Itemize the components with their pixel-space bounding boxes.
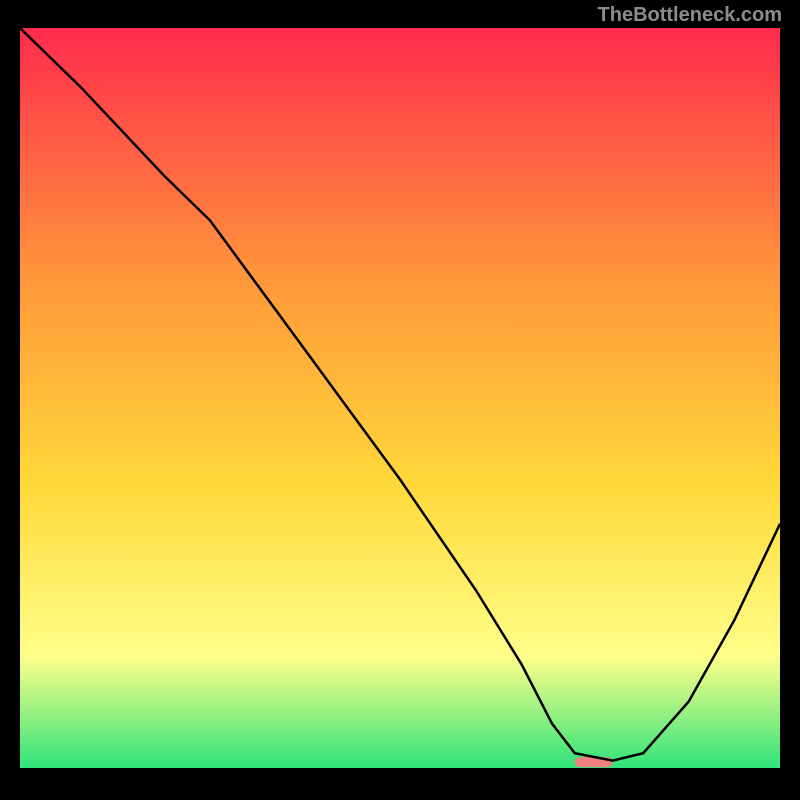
chart-svg bbox=[20, 28, 780, 768]
plot-background bbox=[20, 28, 780, 768]
watermark-text: TheBottleneck.com bbox=[598, 4, 782, 27]
chart-plot bbox=[20, 28, 780, 768]
chart-frame: TheBottleneck.com bbox=[0, 0, 800, 800]
